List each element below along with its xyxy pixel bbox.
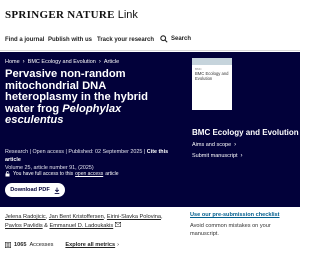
cover-title: BMC Ecology and Evolution bbox=[195, 71, 229, 81]
access-prefix: You have full access to this bbox=[13, 171, 74, 177]
email-icon[interactable] bbox=[114, 222, 121, 227]
download-pdf-button[interactable]: Download PDF bbox=[5, 183, 65, 197]
search-label: Search bbox=[171, 36, 192, 42]
logo-main-text: SPRINGER NATURE bbox=[5, 9, 115, 21]
open-access-label: Open access bbox=[32, 149, 64, 155]
logo-sub-text: Link bbox=[117, 9, 138, 21]
article-type: Research bbox=[5, 149, 29, 155]
journal-name[interactable]: BMC Ecology and Evolution bbox=[192, 128, 299, 137]
aims-scope-label: Aims and scope bbox=[192, 142, 232, 148]
chevron-right-icon: › bbox=[98, 59, 101, 65]
submit-manuscript-label: Submit manuscript bbox=[192, 153, 238, 159]
checklist-description: Avoid common mistakes on your manuscript… bbox=[190, 223, 271, 237]
author-link[interactable]: Jelena Radojicic bbox=[5, 214, 46, 220]
accesses-label: Accesses bbox=[29, 242, 54, 248]
article-hero: Home › BMC Ecology and Evolution › Artic… bbox=[0, 52, 300, 207]
journal-links: Aims and scope › Submit manuscript › bbox=[192, 140, 243, 162]
accesses-icon bbox=[5, 242, 11, 248]
download-icon bbox=[54, 187, 60, 194]
main-nav: Find a journal Publish with us Track you… bbox=[0, 31, 300, 51]
pre-submission-checklist-link[interactable]: Use our pre-submission checklist bbox=[190, 212, 280, 218]
open-access-link[interactable]: open access bbox=[75, 171, 103, 177]
cover-banner bbox=[192, 58, 232, 65]
search-icon bbox=[160, 35, 168, 43]
breadcrumb-article: Article bbox=[103, 59, 120, 65]
author-link[interactable]: Pavlos Pavlidis bbox=[5, 223, 43, 229]
article-meta: Research | Open access | Published: 02 S… bbox=[5, 148, 180, 172]
chevron-right-icon: › bbox=[22, 59, 25, 65]
springer-nature-logo[interactable]: SPRINGER NATURE Link bbox=[5, 9, 138, 21]
unlock-icon bbox=[5, 171, 10, 177]
author-link[interactable]: Eirini-Slavka Polovina bbox=[107, 214, 161, 220]
access-notice: You have full access to this open access… bbox=[5, 171, 119, 177]
author-link[interactable]: Emmanuel D. Ladoukakis bbox=[49, 223, 113, 229]
author-list: Jelena Radojicic, Jan Bent Kristoffersen… bbox=[5, 214, 163, 229]
breadcrumb: Home › BMC Ecology and Evolution › Artic… bbox=[5, 59, 119, 65]
breadcrumb-home[interactable]: Home bbox=[5, 59, 20, 65]
submit-manuscript-link[interactable]: Submit manuscript › bbox=[192, 151, 243, 162]
access-suffix: article bbox=[105, 171, 119, 177]
article-title: Pervasive non-random mitochondrial DNA h… bbox=[5, 68, 177, 127]
arrow-right-icon: › bbox=[117, 242, 120, 248]
accesses-count: 1065 bbox=[14, 242, 27, 248]
explore-metrics-link[interactable]: Explore all metrics bbox=[65, 242, 115, 248]
nav-track-research[interactable]: Track your research bbox=[97, 37, 154, 43]
article-metrics: 1065 Accesses Explore all metrics › bbox=[5, 242, 119, 248]
published-date: Published: 02 September 2025 bbox=[68, 149, 143, 155]
top-header: SPRINGER NATURE Link bbox=[0, 0, 300, 30]
aims-and-scope-link[interactable]: Aims and scope › bbox=[192, 140, 243, 151]
author-link[interactable]: Jan Bent Kristoffersen bbox=[49, 214, 104, 220]
nav-publish-with-us[interactable]: Publish with us bbox=[48, 37, 92, 43]
arrow-right-icon: › bbox=[240, 153, 243, 159]
breadcrumb-journal[interactable]: BMC Ecology and Evolution bbox=[28, 59, 96, 65]
nav-find-journal[interactable]: Find a journal bbox=[5, 37, 44, 43]
journal-cover-image[interactable]: BMC BMC Ecology and Evolution bbox=[192, 58, 232, 110]
download-pdf-label: Download PDF bbox=[10, 187, 50, 193]
arrow-right-icon: › bbox=[234, 142, 237, 148]
search-button[interactable]: Search bbox=[160, 35, 191, 43]
